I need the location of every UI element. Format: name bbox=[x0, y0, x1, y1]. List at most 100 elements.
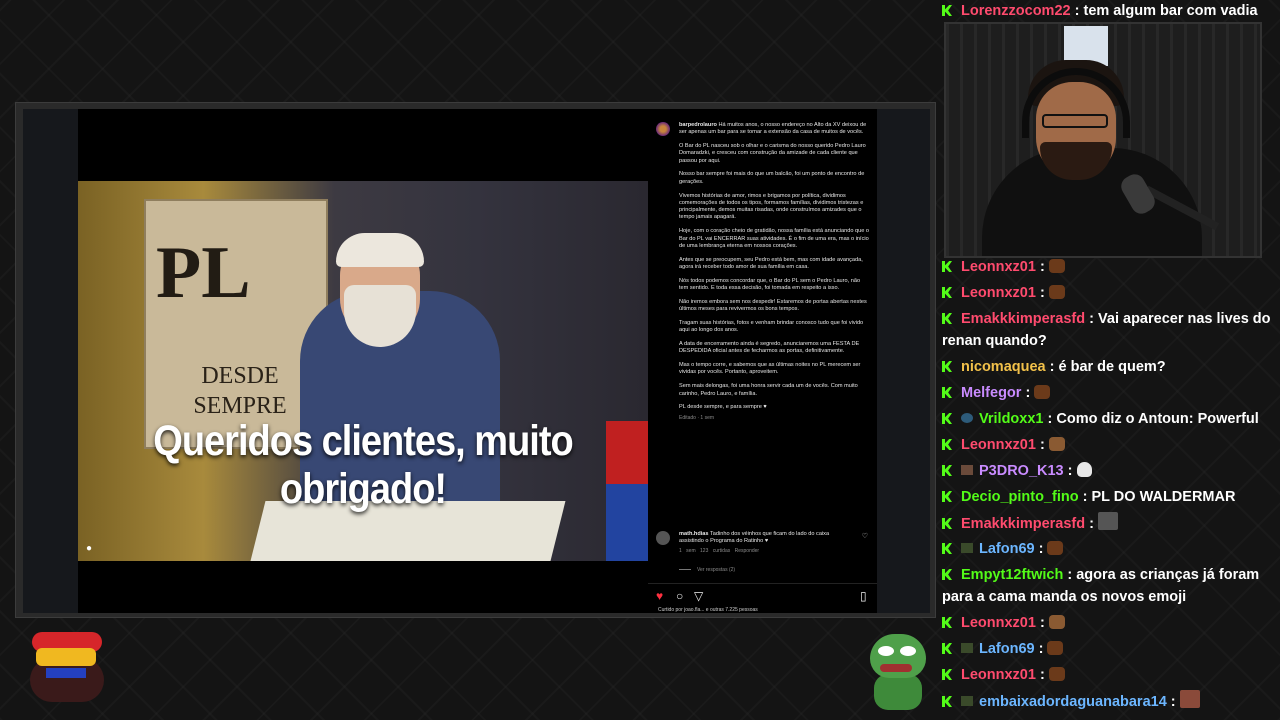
kick-logo-icon bbox=[942, 569, 952, 580]
comment-icon[interactable]: ○ bbox=[676, 589, 683, 603]
kick-chat-overlay: Lorenzzocom22 : tem algum bar com vadia … bbox=[938, 0, 1280, 720]
skull-emote-icon bbox=[1076, 462, 1092, 477]
kick-logo-icon bbox=[942, 617, 952, 628]
chat-username[interactable]: Vrildoxx1 bbox=[979, 411, 1043, 427]
caption-paragraph: barpedrolauro Há muitos anos, o nosso en… bbox=[679, 122, 867, 136]
share-icon[interactable]: ▽ bbox=[694, 589, 703, 603]
screen-capture-frame: PL DESDE SEMPRE Queridos clientes, muito… bbox=[15, 102, 936, 618]
chat-message: Leonnxz01 : bbox=[942, 664, 1272, 686]
chat-message: nicomaquea : é bar de quem? bbox=[942, 356, 1272, 378]
chat-username[interactable]: Melfegor bbox=[961, 385, 1021, 401]
caption-text: barpedrolauro Há muitos anos, o nosso en… bbox=[679, 122, 869, 422]
sub-badge-icon bbox=[961, 696, 973, 706]
chat-username[interactable]: Leonnxz01 bbox=[961, 285, 1036, 301]
chat-message: Emakkkimperasfd : bbox=[942, 512, 1272, 535]
chat-message: Leonnxz01 : bbox=[942, 612, 1272, 634]
kick-logo-icon bbox=[942, 439, 952, 450]
chat-message: Leonnxz01 : bbox=[942, 282, 1272, 304]
bar-emote-icon bbox=[1047, 641, 1064, 655]
bar-emote-icon bbox=[1048, 667, 1065, 681]
chat-message: Emakkkimperasfd : Vai aparecer nas lives… bbox=[942, 311, 1271, 349]
kick-logo-icon bbox=[942, 491, 952, 502]
caption-paragraph: A data de encerramento ainda é segredo, … bbox=[679, 341, 860, 355]
chat-message: P3DRO_K13 : bbox=[942, 460, 1272, 482]
chat-username[interactable]: P3DRO_K13 bbox=[979, 463, 1064, 479]
chat-username[interactable]: nicomaquea bbox=[961, 359, 1046, 375]
chat-username[interactable]: Lafon69 bbox=[979, 541, 1035, 557]
chat-text: Como diz o Antoun: Powerful bbox=[1056, 411, 1259, 427]
commenter-username[interactable]: math.hdias bbox=[679, 531, 709, 537]
divider bbox=[648, 583, 877, 584]
chat-message: Leonnxz01 : bbox=[942, 256, 1272, 278]
photo-emote-icon bbox=[1098, 512, 1119, 530]
sub-badge-icon bbox=[961, 465, 973, 475]
kick-logo-icon bbox=[942, 287, 952, 298]
kick-logo-icon bbox=[942, 313, 952, 324]
chat-username[interactable]: Leonnxz01 bbox=[961, 259, 1036, 275]
kick-logo-icon bbox=[942, 518, 952, 529]
caption-paragraph: Mas o tempo corre, e sabemos que as últi… bbox=[679, 362, 861, 376]
caption-paragraph: Sem mais delongas, foi uma honra servir … bbox=[679, 383, 858, 397]
kick-logo-icon bbox=[942, 387, 952, 398]
chat-username[interactable]: Lafon69 bbox=[979, 641, 1035, 657]
bar-emote-icon bbox=[1048, 285, 1065, 299]
post-media[interactable]: PL DESDE SEMPRE Queridos clientes, muito… bbox=[78, 109, 648, 613]
kick-logo-icon bbox=[942, 361, 952, 372]
kick-logo-icon bbox=[942, 261, 952, 272]
chat-username[interactable]: Empyt12ftwich bbox=[961, 567, 1063, 583]
kick-logo-icon bbox=[942, 643, 952, 654]
instagram-post-viewer: PL DESDE SEMPRE Queridos clientes, muito… bbox=[23, 109, 930, 613]
comment-meta[interactable]: 1 sem 123 curtidas Responder bbox=[679, 548, 854, 555]
view-replies-link[interactable]: Ver respostas (2) bbox=[679, 567, 735, 573]
chat-username[interactable]: Leonnxz01 bbox=[961, 667, 1036, 683]
caption-paragraph: Vivemos histórias de amor, rimos e briga… bbox=[679, 192, 864, 221]
photo-overlay-title: Queridos clientes, muito obrigado! bbox=[153, 417, 573, 514]
commenter-avatar[interactable] bbox=[656, 531, 670, 545]
bookmark-icon[interactable]: ▯ bbox=[860, 589, 867, 603]
sign-desde-sempre: DESDE SEMPRE bbox=[160, 361, 320, 421]
kick-logo-icon bbox=[942, 413, 952, 424]
sub-badge-icon bbox=[961, 643, 973, 653]
bar-emote-icon bbox=[1034, 385, 1051, 399]
chat-username[interactable]: Emakkkimperasfd bbox=[961, 311, 1085, 327]
likes-line[interactable]: Curtido por joao.fla... e outras 7.225 p… bbox=[658, 607, 758, 613]
caption-paragraph: Não iremos embora sem nos despedir! Esta… bbox=[679, 298, 867, 313]
comment-body: math.hdias Tadinho dos véinhos que ficam… bbox=[679, 531, 854, 555]
chat-username[interactable]: Leonnxz01 bbox=[961, 615, 1036, 631]
comment-like-icon[interactable]: ♡ bbox=[862, 533, 868, 540]
chat-text: tem algum bar com vadia bbox=[1083, 3, 1258, 19]
chat-username[interactable]: embaixadordaguanabara14 bbox=[979, 694, 1167, 710]
caption-paragraph: O Bar do PL nasceu sob o olhar e o caris… bbox=[679, 143, 866, 164]
tagged-user-icon[interactable]: ● bbox=[86, 543, 96, 554]
author-avatar[interactable] bbox=[656, 122, 670, 136]
mascot-emote-left bbox=[26, 628, 108, 710]
bar-emote-icon bbox=[1047, 541, 1064, 555]
caption-paragraph: Nós todos podemos concordar que, o Bar d… bbox=[679, 277, 861, 292]
caption-paragraph: PL desde sempre, e para sempre ♥ bbox=[679, 404, 767, 411]
kick-logo-icon bbox=[942, 696, 952, 707]
caption-paragraph: Hoje, com o coração cheio de gratidão, n… bbox=[679, 228, 869, 249]
chat-message: embaixadordaguanabara14 : bbox=[942, 690, 1272, 713]
caption-paragraph: Antes que se preocupem, seu Pedro está b… bbox=[679, 256, 863, 270]
pepe-frog-emote bbox=[868, 634, 930, 712]
post-actions-bar: ♥ ○ ▽ ▯ bbox=[654, 589, 874, 603]
chat-text: PL DO WALDERMAR bbox=[1091, 489, 1236, 505]
chat-message: Lorenzzocom22 : tem algum bar com vadia bbox=[942, 0, 1272, 22]
chat-message: Lafon69 : bbox=[942, 638, 1272, 660]
chat-username[interactable]: Decio_pinto_fino bbox=[961, 489, 1079, 505]
bar-emote-icon bbox=[1048, 259, 1065, 273]
chat-username[interactable]: Leonnxz01 bbox=[961, 437, 1036, 453]
author-username[interactable]: barpedrolauro bbox=[679, 122, 717, 128]
chat-message: Lafon69 : bbox=[942, 538, 1272, 560]
sub-badge-icon bbox=[961, 413, 973, 423]
man-figure-hair bbox=[336, 233, 424, 267]
sign-desde-text: DESDE bbox=[201, 363, 279, 389]
chat-message: Leonnxz01 : bbox=[942, 434, 1272, 456]
sub-badge-icon bbox=[961, 543, 973, 553]
chat-username[interactable]: Lorenzzocom22 bbox=[961, 3, 1071, 19]
caption-panel: barpedrolauro Há muitos anos, o nosso en… bbox=[648, 109, 877, 613]
kick-logo-icon bbox=[942, 669, 952, 680]
sign-sempre-text: SEMPRE bbox=[193, 393, 287, 419]
chat-username[interactable]: Emakkkimperasfd bbox=[961, 516, 1085, 532]
heart-icon[interactable]: ♥ bbox=[656, 589, 663, 603]
